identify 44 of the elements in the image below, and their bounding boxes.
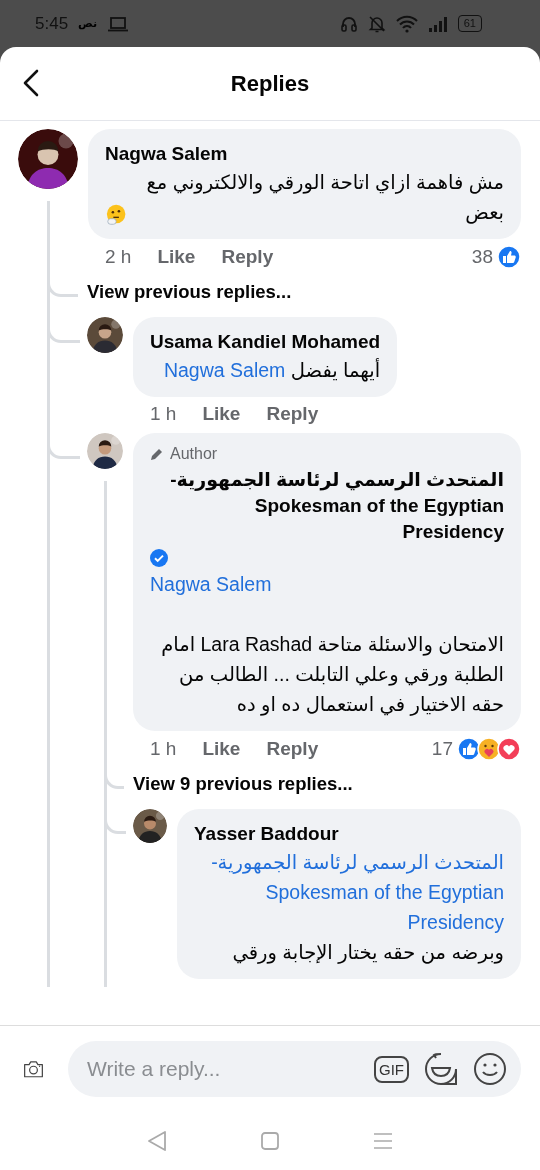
sticker-icon[interactable] [423,1051,459,1087]
comment-text: وبرضه من حقه يختار الإجابة ورقي [232,941,504,963]
author-name[interactable]: المتحدث الرسمي لرئاسة الجمهورية-Spokesman of the Egyptian Presidency [150,467,504,545]
reply-field[interactable]: Write a reply... GIF [68,1041,521,1097]
headphones-icon [339,14,358,33]
mention-link[interactable]: Nagwa Salem [163,355,286,385]
author-name[interactable]: Usama Kandiel Mohamed [150,329,381,355]
view-replies-link[interactable]: View 9 previous replies... [133,773,353,795]
reply-link[interactable]: Reply [266,738,319,760]
comment-text: أيهما يفضل [290,359,381,381]
pencil-icon [150,447,164,461]
muted-bell-icon [367,14,386,33]
like-link[interactable]: Like [202,403,241,425]
mention-link[interactable]: Nagwa Salem [150,569,272,599]
reply-link[interactable]: Reply [266,403,319,425]
signal-icon [427,14,448,33]
comment-time: 2 h [105,246,132,268]
author-name[interactable]: Yasser Baddour [194,821,504,847]
gif-button[interactable]: GIF [374,1055,409,1083]
carrier-label: نص [78,17,98,30]
author-label: Author [170,445,218,463]
love-reaction-icon [497,737,521,761]
comment-time: 1 h [150,403,177,425]
like-reaction-icon [457,737,481,761]
page-title: Replies [230,70,310,97]
mention-link[interactable]: المتحدث الرسمي لرئاسة الجمهورية-Spokesman of the Egyptian Presidency [194,847,504,937]
comment-text: الامتحان والاسئلة متاحة Lara Rashad امام الطلبة ورقي وعلي التابلت ... الطالب من حقه الاختيار في استعمال ده او ده [161,633,504,715]
wifi-icon [395,14,418,33]
comment-time: 1 h [150,738,177,760]
status-time: 5:45 [35,13,69,34]
back-icon[interactable] [23,69,39,97]
reply-input[interactable]: Write a reply... [85,1056,360,1082]
laptop-icon [107,15,130,32]
like-link[interactable]: Like [157,246,196,268]
reaction-count: 38 [471,246,493,268]
reply-link[interactable]: Reply [221,246,274,268]
like-reaction-icon [497,245,521,269]
like-link[interactable]: Like [202,738,241,760]
emoji-icon[interactable] [473,1052,507,1086]
author-name[interactable]: Nagwa Salem [105,141,504,167]
view-replies-link[interactable]: View previous replies... [87,281,292,303]
care-reaction-icon [477,737,501,761]
reaction-count: 17 [431,738,453,760]
comment-text: مش فاهمة ازاي اتاحة الورقي والالكتروني مع بعض [145,170,504,226]
